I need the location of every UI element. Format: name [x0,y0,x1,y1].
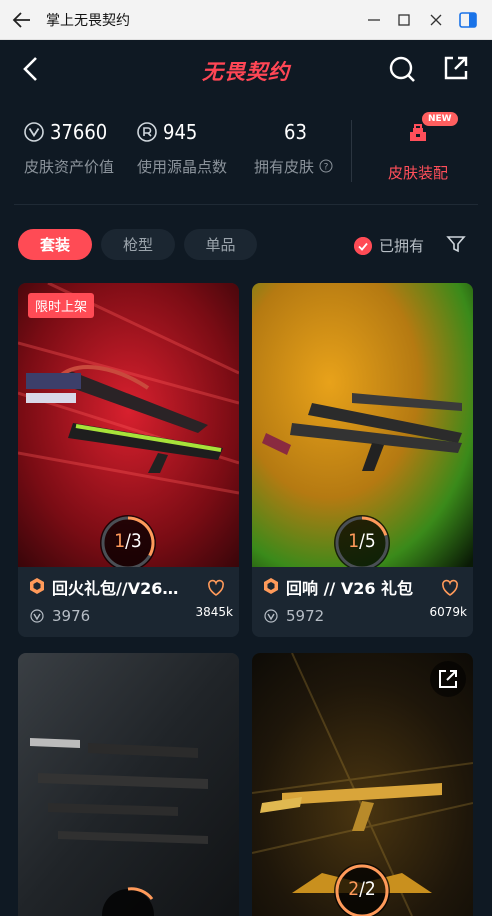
owned-filter-toggle[interactable]: 已拥有 [354,235,424,256]
back-arrow-icon[interactable] [10,8,34,32]
bundle-card[interactable]: 限时上架 1/3 回火礼包//V26… 3976 3845k [18,283,239,637]
bundle-name: 回火礼包//V26… [52,579,179,598]
valorant-points-icon [24,122,44,142]
collection-progress-ring: 2/2 [334,863,390,916]
filter-icon[interactable] [446,234,466,254]
search-icon[interactable] [388,55,416,83]
bundle-name: 回响 // V26 礼包 [286,579,414,598]
heart-icon[interactable] [206,578,226,598]
svg-text:?: ? [323,163,328,173]
stat-value: 63 [284,120,307,144]
section-divider [14,204,478,205]
stat-value: 945 [163,120,198,144]
tier-icon [30,578,44,594]
bundle-artwork [18,653,239,916]
share-button[interactable] [430,661,466,697]
bundle-price: 3976 [52,607,91,625]
stat-label: 使用源晶点数 [137,158,228,176]
asset-stats: 37660 皮肤资产价值 945 使用源晶点数 63 拥有皮肤 ? NEW 皮肤… [0,104,492,204]
limited-time-badge: 限时上架 [28,293,95,318]
help-icon[interactable]: ? [319,159,333,173]
progress-current: 1 [114,530,126,552]
tier-icon [264,578,278,594]
stat-asset-value[interactable]: 37660 皮肤资产价值 [24,118,114,177]
maximize-icon[interactable] [392,8,416,32]
progress-total: 2 [364,878,376,900]
stat-value: 37660 [50,120,108,144]
bundle-card[interactable]: 1/5 回响 // V26 礼包 5972 6079k [252,283,473,637]
stat-label: 皮肤资产价值 [24,158,115,176]
collection-progress-ring: 1/3 [100,515,156,571]
app-logo: 无畏契约 [202,60,290,84]
stat-label: 拥有皮肤 [254,158,315,176]
valorant-points-icon [264,609,278,623]
tab-single[interactable]: 单品 [184,229,257,260]
bundle-card[interactable]: 2/2 [252,653,473,916]
tab-suit[interactable]: 套装 [18,229,92,260]
checkmark-icon [354,236,372,255]
collection-progress-ring: 1/5 [334,515,390,571]
close-icon[interactable] [424,8,448,32]
heart-icon[interactable] [440,578,460,598]
owned-filter-label: 已拥有 [379,237,425,255]
share-icon[interactable] [442,54,470,82]
loadout-label: 皮肤装配 [387,164,448,182]
app-header: 无畏契约 [0,40,492,100]
radianite-points-icon [137,122,157,142]
stat-radianite[interactable]: 945 使用源晶点数 [137,118,227,177]
bundle-price: 5972 [286,607,325,625]
new-badge: NEW [422,112,458,126]
progress-current: 1 [348,530,360,552]
valorant-points-icon [30,609,44,623]
window-titlebar: 掌上无畏契约 [0,0,492,40]
window-title: 掌上无畏契约 [46,13,130,29]
progress-total: 3 [130,530,142,552]
progress-current: 2 [348,878,360,900]
skin-loadout-button[interactable]: NEW 皮肤装配 [386,112,458,183]
divider [351,120,352,182]
minimize-icon[interactable] [362,8,386,32]
like-count: 6079k [429,605,468,619]
bundle-card[interactable] [18,653,239,916]
progress-total: 5 [364,530,376,552]
share-icon [439,670,457,688]
tab-weapon-type[interactable]: 枪型 [101,229,175,260]
sidebar-toggle-icon[interactable] [456,8,480,32]
like-count: 3845k [195,605,234,619]
stat-owned-skins[interactable]: 63 拥有皮肤 ? [254,118,333,177]
